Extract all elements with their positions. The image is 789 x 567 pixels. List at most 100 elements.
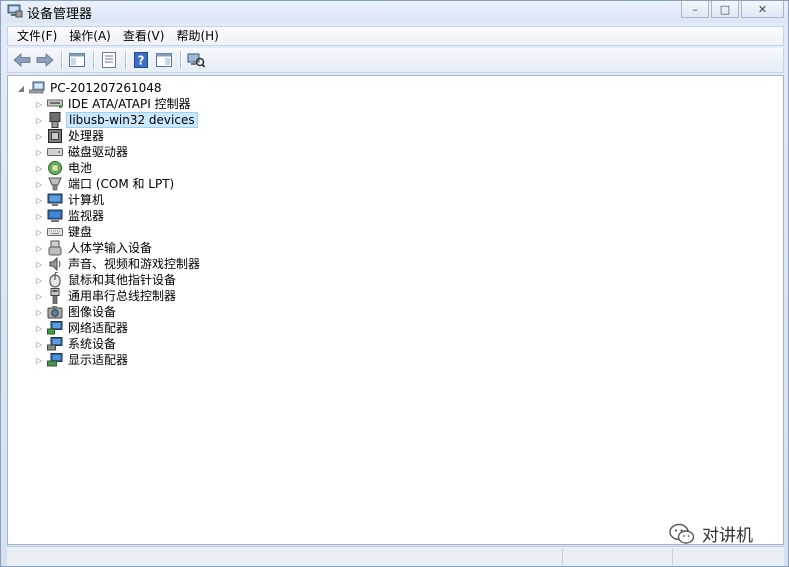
mouse-icon	[47, 272, 63, 288]
tree-item-label: 通用串行总线控制器	[68, 289, 177, 303]
tree-item[interactable]: ▷ 人体学输入设备	[34, 240, 154, 256]
expand-arrow-icon[interactable]: ▷	[34, 272, 44, 288]
tree-item[interactable]: ▷ 监视器	[34, 208, 106, 224]
collapse-arrow-icon[interactable]: ◢	[16, 80, 26, 96]
caption-buttons: – □ ✕	[679, 1, 784, 19]
expand-arrow-icon[interactable]: ▷	[34, 288, 44, 304]
tree-item-label: 处理器	[68, 129, 105, 143]
show-hide-console-tree-icon	[69, 53, 85, 67]
tree-item-label: 计算机	[68, 193, 105, 207]
tree-item[interactable]: ▷ 端口 (COM 和 LPT)	[34, 176, 176, 192]
menu-file[interactable]: 文件(F)	[11, 27, 63, 45]
expand-arrow-icon[interactable]: ▷	[34, 160, 44, 176]
wechat-icon	[669, 523, 695, 544]
help-button[interactable]: ?	[130, 50, 152, 70]
device-manager-icon	[7, 4, 23, 18]
tree-item[interactable]: ▷ 网络适配器	[34, 320, 130, 336]
tree-item[interactable]: ▷ 系统设备	[34, 336, 118, 352]
tree-item-label: 监视器	[68, 209, 105, 223]
device-manager-window: 设备管理器 – □ ✕ 文件(F) 操作(A) 查看(V) 帮助(H) ? ◢ …	[0, 0, 789, 567]
tree-item[interactable]: ▷ 通用串行总线控制器	[34, 288, 178, 304]
tree-item-label: 磁盘驱动器	[68, 145, 129, 159]
tree-root[interactable]: ◢ PC-201207261048	[16, 80, 164, 96]
tree-item-label: 网络适配器	[68, 321, 129, 335]
toolbar-separator	[180, 51, 181, 69]
tree-item[interactable]: ▷ 电池	[34, 160, 94, 176]
menu-view[interactable]: 查看(V)	[117, 27, 171, 45]
svg-text:?: ?	[138, 54, 145, 68]
status-divider	[672, 549, 673, 565]
maximize-button[interactable]: □	[711, 1, 739, 18]
expand-arrow-icon[interactable]: ▷	[34, 96, 44, 112]
monitor-icon	[47, 208, 63, 224]
port-icon	[47, 176, 63, 192]
expand-arrow-icon[interactable]: ▷	[34, 208, 44, 224]
expand-arrow-icon[interactable]: ▷	[34, 128, 44, 144]
console-tree-button[interactable]	[66, 50, 88, 70]
tree-item-label: 电池	[68, 161, 93, 175]
tree-item[interactable]: ▷ 图像设备	[34, 304, 118, 320]
tree-item-label: 键盘	[68, 225, 93, 239]
expand-arrow-icon[interactable]: ▷	[34, 224, 44, 240]
tree-item-label: 图像设备	[68, 305, 117, 319]
expand-arrow-icon[interactable]: ▷	[34, 304, 44, 320]
menu-action[interactable]: 操作(A)	[63, 27, 117, 45]
minimize-button[interactable]: –	[681, 1, 709, 18]
back-button[interactable]	[11, 50, 33, 70]
expand-arrow-icon[interactable]: ▷	[34, 240, 44, 256]
window-title: 设备管理器	[27, 7, 93, 22]
imaging-device-icon	[47, 304, 63, 320]
display-adapter-icon	[47, 352, 63, 368]
action-pane-button[interactable]	[153, 50, 175, 70]
back-arrow-icon	[13, 53, 31, 67]
expand-arrow-icon[interactable]: ▷	[34, 192, 44, 208]
expand-arrow-icon[interactable]: ▷	[34, 336, 44, 352]
tree-item[interactable]: ▷ libusb-win32 devices	[34, 112, 198, 128]
properties-button[interactable]	[98, 50, 120, 70]
usb-device-icon	[47, 112, 63, 128]
tree-item[interactable]: ▷ 声音、视频和游戏控制器	[34, 256, 202, 272]
toolbar-separator	[93, 51, 94, 69]
tree-item-label: 端口 (COM 和 LPT)	[68, 177, 175, 191]
tree-item-label: 人体学输入设备	[68, 241, 153, 255]
tree-root-label: PC-201207261048	[50, 81, 162, 95]
toolbar: ?	[7, 48, 784, 73]
title-bar[interactable]: 设备管理器 – □ ✕	[1, 1, 788, 23]
forward-button[interactable]	[34, 50, 56, 70]
scan-hardware-icon	[187, 53, 205, 68]
computer-icon	[47, 192, 63, 208]
tree-item[interactable]: ▷ 磁盘驱动器	[34, 144, 130, 160]
expand-arrow-icon[interactable]: ▷	[34, 112, 44, 128]
close-button[interactable]: ✕	[741, 1, 784, 18]
expand-arrow-icon[interactable]: ▷	[34, 144, 44, 160]
tree-item[interactable]: ▷ IDE ATA/ATAPI 控制器	[34, 96, 193, 112]
tree-item-label: 鼠标和其他指针设备	[68, 273, 177, 287]
computer-icon	[29, 80, 45, 96]
show-action-pane-icon	[156, 53, 172, 67]
menu-help[interactable]: 帮助(H)	[170, 27, 224, 45]
tree-item[interactable]: ▷ 键盘	[34, 224, 94, 240]
hid-icon	[47, 240, 63, 256]
expand-arrow-icon[interactable]: ▷	[34, 256, 44, 272]
device-tree[interactable]: ◢ PC-201207261048 ▷ IDE ATA/ATAPI 控制器 ▷ …	[7, 75, 784, 545]
status-divider	[562, 549, 563, 565]
tree-item[interactable]: ▷ 鼠标和其他指针设备	[34, 272, 178, 288]
expand-arrow-icon[interactable]: ▷	[34, 352, 44, 368]
expand-arrow-icon[interactable]: ▷	[34, 320, 44, 336]
menu-bar: 文件(F) 操作(A) 查看(V) 帮助(H)	[7, 26, 784, 46]
disk-drive-icon	[47, 144, 63, 160]
forward-arrow-icon	[36, 53, 54, 67]
usb-controller-icon	[47, 288, 63, 304]
tree-item[interactable]: ▷ 显示适配器	[34, 352, 130, 368]
processor-icon	[47, 128, 63, 144]
tree-item-label: 声音、视频和游戏控制器	[68, 257, 201, 271]
tree-item[interactable]: ▷ 处理器	[34, 128, 106, 144]
expand-arrow-icon[interactable]: ▷	[34, 176, 44, 192]
network-adapter-icon	[47, 320, 63, 336]
scan-hardware-button[interactable]	[185, 50, 207, 70]
tree-item-label: 显示适配器	[68, 353, 129, 367]
properties-icon	[102, 52, 116, 68]
watermark: 对讲机	[669, 521, 753, 546]
tree-item[interactable]: ▷ 计算机	[34, 192, 106, 208]
battery-icon	[47, 160, 63, 176]
